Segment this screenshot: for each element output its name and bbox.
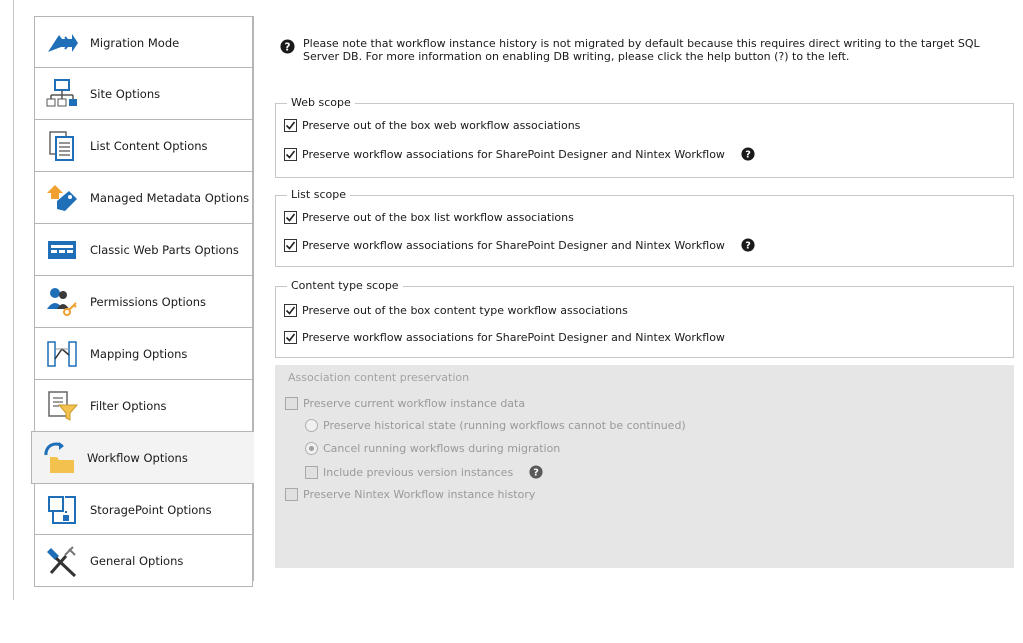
help-icon[interactable]: ? xyxy=(741,238,755,252)
help-icon[interactable]: ? xyxy=(529,465,543,479)
checkbox-label: Preserve out of the box list workflow as… xyxy=(302,211,574,224)
tab-workflow-options[interactable]: Workflow Options xyxy=(31,431,254,484)
checkbox-label: Preserve out of the box content type wor… xyxy=(302,304,628,317)
nintex-history-checkbox[interactable] xyxy=(285,488,298,501)
checkbox-label: Preserve workflow associations for Share… xyxy=(302,147,725,161)
permissions-key-icon xyxy=(45,285,79,319)
web-ootb-row[interactable]: Preserve out of the box web workflow ass… xyxy=(284,119,580,132)
metadata-tag-icon xyxy=(45,181,79,215)
tab-label: Managed Metadata Options xyxy=(90,190,250,205)
historical-state-radio[interactable] xyxy=(305,419,318,432)
tab-permissions-options[interactable]: Permissions Options xyxy=(34,275,253,328)
mapping-icon xyxy=(45,337,79,371)
svg-text:?: ? xyxy=(533,468,539,479)
checkbox-label: Preserve workflow associations for Share… xyxy=(302,331,725,344)
svg-text:?: ? xyxy=(745,150,751,161)
tab-site-options[interactable]: Site Options xyxy=(34,67,253,120)
workflow-history-note: Please note that workflow instance histo… xyxy=(303,37,980,63)
tab-label: Site Options xyxy=(90,86,161,101)
site-tree-icon xyxy=(45,77,79,111)
group-title: Association content preservation xyxy=(288,371,470,384)
web-parts-icon xyxy=(45,233,79,267)
include-versions-checkbox[interactable] xyxy=(305,465,318,479)
tab-label: Filter Options xyxy=(90,398,167,413)
filter-icon xyxy=(45,389,79,423)
tab-filter-options[interactable]: Filter Options xyxy=(34,379,253,432)
list-scope-group: List scope Preserve out of the box list … xyxy=(275,188,1014,267)
tab-mapping-options[interactable]: Mapping Options xyxy=(34,327,253,380)
radio-label: Cancel running workflows during migratio… xyxy=(323,442,561,455)
list-document-icon xyxy=(45,129,79,163)
preserve-instance-checkbox[interactable] xyxy=(285,397,298,410)
tab-label: Workflow Options xyxy=(87,450,188,465)
association-preservation-group: Association content preservation Preserv… xyxy=(275,365,1014,568)
group-title: List scope xyxy=(287,188,350,202)
preserve-instance-row[interactable]: Preserve current workflow instance data xyxy=(285,397,525,410)
web-spd-checkbox[interactable] xyxy=(284,147,297,161)
workflow-folder-icon xyxy=(42,441,76,475)
list-ootb-row[interactable]: Preserve out of the box list workflow as… xyxy=(284,211,574,224)
checkbox-label: Include previous version instances xyxy=(323,465,514,479)
cancel-running-radio[interactable] xyxy=(305,442,318,455)
window-edge-line xyxy=(13,0,14,600)
ct-spd-checkbox[interactable] xyxy=(284,331,297,344)
web-ootb-checkbox[interactable] xyxy=(284,119,297,132)
tab-label: StoragePoint Options xyxy=(90,502,212,517)
tab-list-content-options[interactable]: List Content Options xyxy=(34,119,253,172)
checkbox-label: Preserve Nintex Workflow instance histor… xyxy=(303,488,536,501)
ct-spd-row[interactable]: Preserve workflow associations for Share… xyxy=(284,331,725,344)
tab-label: Permissions Options xyxy=(90,294,207,309)
checkbox-label: Preserve workflow associations for Share… xyxy=(302,238,725,252)
migration-arrow-icon xyxy=(45,26,79,60)
tab-classic-web-parts-options[interactable]: Classic Web Parts Options xyxy=(34,223,253,276)
cancel-running-row[interactable]: Cancel running workflows during migratio… xyxy=(305,442,560,455)
tab-label: Mapping Options xyxy=(90,346,188,361)
tab-managed-metadata-options[interactable]: Managed Metadata Options xyxy=(34,171,253,224)
tab-label: List Content Options xyxy=(90,138,208,153)
list-spd-row[interactable]: Preserve workflow associations for Share… xyxy=(284,238,755,252)
checkbox-label: Preserve out of the box web workflow ass… xyxy=(302,119,581,132)
tab-general-options[interactable]: General Options xyxy=(34,534,253,587)
tools-icon xyxy=(45,544,79,578)
content-type-scope-group: Content type scope Preserve out of the b… xyxy=(275,279,1014,358)
web-spd-row[interactable]: Preserve workflow associations for Share… xyxy=(284,147,755,161)
group-title: Web scope xyxy=(287,96,355,110)
historical-state-row[interactable]: Preserve historical state (running workf… xyxy=(305,419,686,432)
tab-label: Migration Mode xyxy=(90,35,180,50)
list-ootb-checkbox[interactable] xyxy=(284,211,297,224)
tab-storagepoint-options[interactable]: StoragePoint Options xyxy=(34,483,253,536)
tab-label: General Options xyxy=(90,553,184,568)
checkbox-label: Preserve current workflow instance data xyxy=(303,397,526,410)
include-versions-row[interactable]: Include previous version instances ? xyxy=(305,465,543,479)
list-spd-checkbox[interactable] xyxy=(284,238,297,252)
radio-label: Preserve historical state (running workf… xyxy=(323,419,686,432)
svg-text:?: ? xyxy=(285,41,291,53)
nintex-history-row[interactable]: Preserve Nintex Workflow instance histor… xyxy=(285,488,535,501)
tab-label: Classic Web Parts Options xyxy=(90,242,239,257)
ct-ootb-checkbox[interactable] xyxy=(284,304,297,317)
ct-ootb-row[interactable]: Preserve out of the box content type wor… xyxy=(284,304,628,317)
help-icon[interactable]: ? xyxy=(741,147,755,161)
tab-divider xyxy=(253,16,254,581)
storagepoint-icon xyxy=(45,493,79,527)
group-title: Content type scope xyxy=(287,279,403,293)
svg-text:?: ? xyxy=(745,241,751,252)
tab-migration-mode[interactable]: Migration Mode xyxy=(34,16,253,69)
help-icon[interactable]: ? xyxy=(280,39,295,54)
web-scope-group: Web scope Preserve out of the box web wo… xyxy=(275,96,1014,178)
